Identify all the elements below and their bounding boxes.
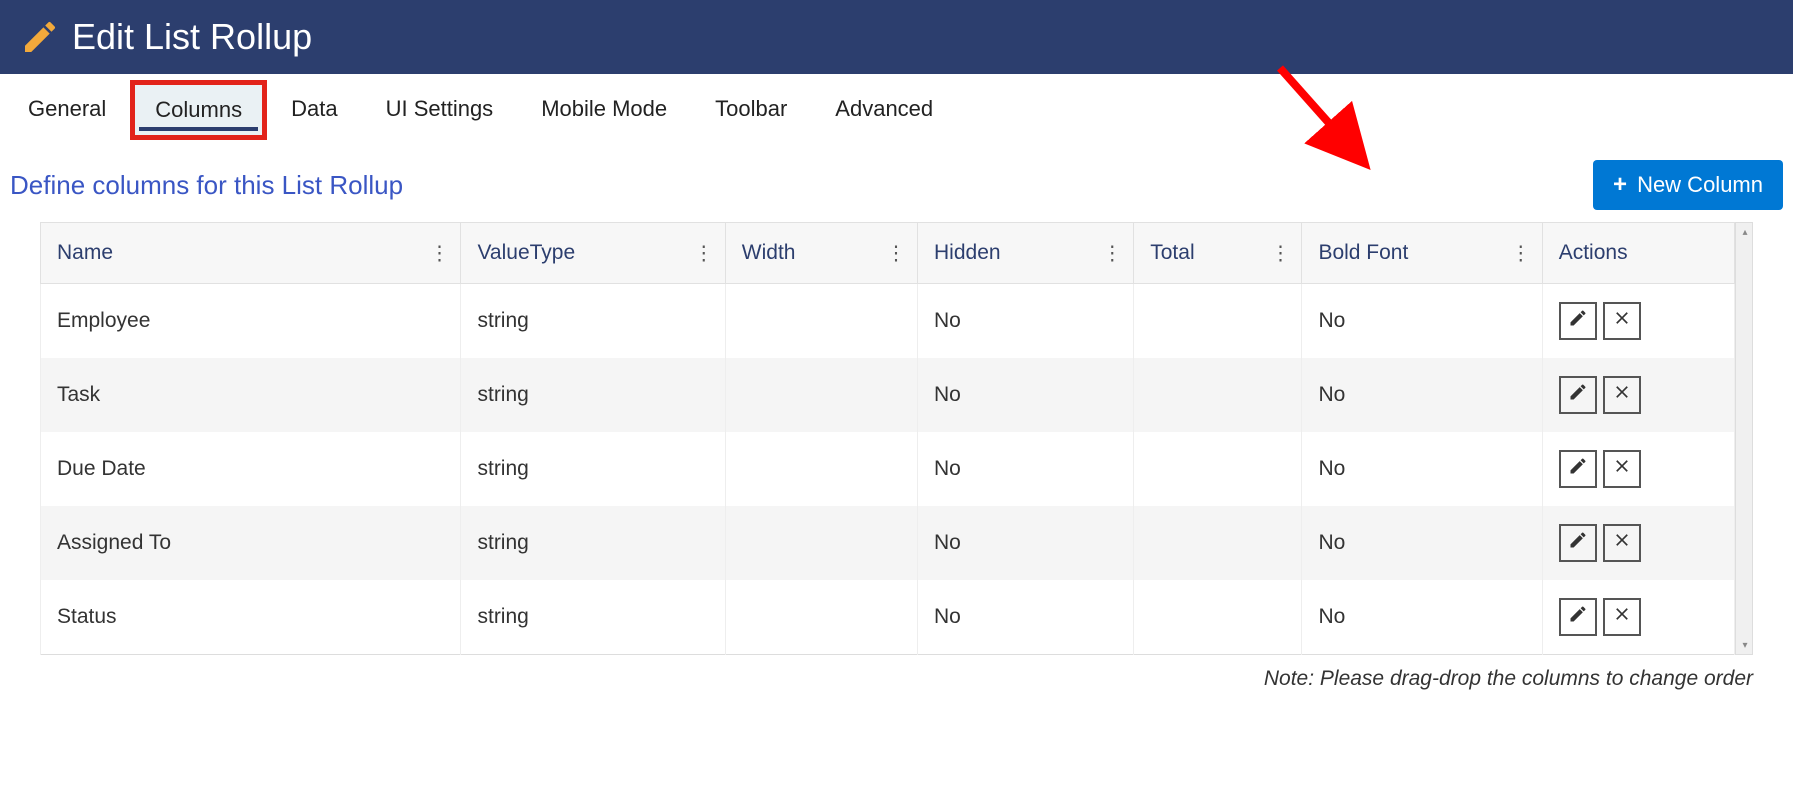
cell-boldfont: No xyxy=(1302,580,1542,655)
columns-table-container: Name ⋮ ValueType ⋮ Width ⋮ Hidden xyxy=(0,222,1793,655)
column-menu-icon[interactable]: ⋮ xyxy=(1102,241,1121,266)
tab-toolbar[interactable]: Toolbar xyxy=(691,80,811,140)
table-row[interactable]: Taskstring No No xyxy=(41,358,1735,432)
cell-name: Employee xyxy=(41,284,461,359)
column-menu-icon[interactable]: ⋮ xyxy=(694,241,713,266)
scroll-up-icon[interactable]: ▴ xyxy=(1736,223,1754,241)
cell-valuetype: string xyxy=(461,580,725,655)
cell-name: Due Date xyxy=(41,432,461,506)
new-column-button[interactable]: + New Column xyxy=(1593,160,1783,210)
cell-actions xyxy=(1542,358,1734,432)
close-icon xyxy=(1612,456,1632,482)
cell-width xyxy=(725,506,917,580)
delete-button[interactable] xyxy=(1603,598,1641,636)
plus-icon: + xyxy=(1613,173,1627,197)
page-title: Edit List Rollup xyxy=(72,16,312,58)
column-header-hidden[interactable]: Hidden ⋮ xyxy=(918,223,1134,284)
edit-button[interactable] xyxy=(1559,376,1597,414)
cell-hidden: No xyxy=(918,358,1134,432)
edit-button[interactable] xyxy=(1559,450,1597,488)
cell-valuetype: string xyxy=(461,358,725,432)
column-header-boldfont[interactable]: Bold Font ⋮ xyxy=(1302,223,1542,284)
subheader-row: Define columns for this List Rollup + Ne… xyxy=(0,140,1793,222)
column-header-total[interactable]: Total ⋮ xyxy=(1134,223,1302,284)
table-row[interactable]: Employeestring No No xyxy=(41,284,1735,359)
delete-button[interactable] xyxy=(1603,450,1641,488)
scroll-down-icon[interactable]: ▾ xyxy=(1736,636,1754,654)
cell-width xyxy=(725,580,917,655)
cell-width xyxy=(725,432,917,506)
pencil-icon xyxy=(1568,382,1588,408)
close-icon xyxy=(1612,530,1632,556)
delete-button[interactable] xyxy=(1603,524,1641,562)
cell-boldfont: No xyxy=(1302,432,1542,506)
cell-total xyxy=(1134,506,1302,580)
cell-valuetype: string xyxy=(461,506,725,580)
cell-hidden: No xyxy=(918,284,1134,359)
pencil-icon xyxy=(1568,530,1588,556)
pencil-icon xyxy=(1568,308,1588,334)
cell-width xyxy=(725,358,917,432)
pencil-icon xyxy=(20,17,60,57)
table-row[interactable]: Statusstring No No xyxy=(41,580,1735,655)
drag-drop-note: Note: Please drag-drop the columns to ch… xyxy=(0,655,1793,711)
tab-ui-settings[interactable]: UI Settings xyxy=(362,80,518,140)
cell-total xyxy=(1134,358,1302,432)
cell-boldfont: No xyxy=(1302,506,1542,580)
column-header-width[interactable]: Width ⋮ xyxy=(725,223,917,284)
close-icon xyxy=(1612,382,1632,408)
tab-data[interactable]: Data xyxy=(267,80,361,140)
cell-total xyxy=(1134,432,1302,506)
tab-mobile-mode[interactable]: Mobile Mode xyxy=(517,80,691,140)
cell-actions xyxy=(1542,506,1734,580)
cell-hidden: No xyxy=(918,506,1134,580)
close-icon xyxy=(1612,604,1632,630)
tab-advanced[interactable]: Advanced xyxy=(811,80,957,140)
edit-button[interactable] xyxy=(1559,598,1597,636)
cell-valuetype: string xyxy=(461,284,725,359)
cell-boldfont: No xyxy=(1302,284,1542,359)
edit-button[interactable] xyxy=(1559,302,1597,340)
cell-hidden: No xyxy=(918,432,1134,506)
edit-button[interactable] xyxy=(1559,524,1597,562)
pencil-icon xyxy=(1568,456,1588,482)
cell-width xyxy=(725,284,917,359)
tab-columns[interactable]: Columns xyxy=(130,80,267,140)
page-header: Edit List Rollup xyxy=(0,0,1793,74)
cell-boldfont: No xyxy=(1302,358,1542,432)
cell-name: Assigned To xyxy=(41,506,461,580)
tab-bar: General Columns Data UI Settings Mobile … xyxy=(0,80,1793,140)
scrollbar[interactable]: ▴ ▾ xyxy=(1735,222,1753,655)
pencil-icon xyxy=(1568,604,1588,630)
column-header-valuetype[interactable]: ValueType ⋮ xyxy=(461,223,725,284)
table-row[interactable]: Assigned Tostring No No xyxy=(41,506,1735,580)
cell-hidden: No xyxy=(918,580,1134,655)
column-menu-icon[interactable]: ⋮ xyxy=(1270,241,1289,266)
table-row[interactable]: Due Datestring No No xyxy=(41,432,1735,506)
column-header-name[interactable]: Name ⋮ xyxy=(41,223,461,284)
column-menu-icon[interactable]: ⋮ xyxy=(886,241,905,266)
cell-name: Status xyxy=(41,580,461,655)
cell-actions xyxy=(1542,580,1734,655)
cell-actions xyxy=(1542,284,1734,359)
column-menu-icon[interactable]: ⋮ xyxy=(429,241,448,266)
section-title: Define columns for this List Rollup xyxy=(10,170,403,201)
cell-total xyxy=(1134,580,1302,655)
column-header-actions: Actions xyxy=(1542,223,1734,284)
columns-table: Name ⋮ ValueType ⋮ Width ⋮ Hidden xyxy=(40,222,1735,655)
column-menu-icon[interactable]: ⋮ xyxy=(1511,241,1530,266)
tab-general[interactable]: General xyxy=(4,80,130,140)
new-column-label: New Column xyxy=(1637,172,1763,198)
cell-total xyxy=(1134,284,1302,359)
cell-valuetype: string xyxy=(461,432,725,506)
cell-name: Task xyxy=(41,358,461,432)
cell-actions xyxy=(1542,432,1734,506)
delete-button[interactable] xyxy=(1603,376,1641,414)
close-icon xyxy=(1612,308,1632,334)
delete-button[interactable] xyxy=(1603,302,1641,340)
